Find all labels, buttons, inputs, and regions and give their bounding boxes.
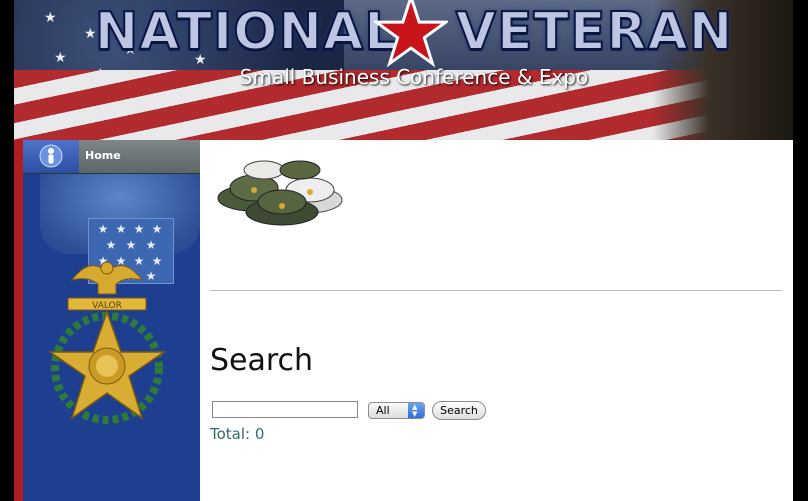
svg-text:★: ★ (116, 222, 127, 236)
sidebar-red-stripe (14, 140, 23, 501)
person-icon (39, 144, 63, 168)
total-label: Total: (210, 425, 251, 443)
medal-ribbon: ★★★★ ★★★ ★★★★ ★★★ (40, 174, 200, 284)
page-title: Search (210, 343, 314, 378)
medal-valor-text: VALOR (92, 301, 122, 311)
main-content: Search All ▲ ▼ Search Total: 0 (200, 140, 793, 501)
search-button[interactable]: Search (432, 401, 486, 420)
search-input[interactable] (212, 401, 358, 418)
flag-star-icon: ★ (44, 10, 57, 26)
nav-item-label: Home (85, 149, 121, 162)
banner-title-national: NATIONAL (94, 1, 399, 63)
search-scope-value: All (376, 404, 390, 417)
svg-text:★: ★ (98, 222, 109, 236)
banner-title-veteran: VETERAN (455, 1, 734, 63)
total-count: Total: 0 (210, 425, 264, 443)
divider (210, 290, 782, 291)
medal-of-honor-icon: VALOR (47, 261, 167, 424)
banner-subtitle: Small Business Conference & Expo (239, 65, 589, 89)
sidebar: Home ★★★★ ★★★ ★★★★ ★★★ VALOR (14, 140, 200, 501)
banner-star-icon (374, 0, 448, 68)
header-banner: ★ ★ ★ ★ ★ ★ ★ ★ NATIONAL VETERAN Small B… (14, 0, 793, 140)
search-scope-select[interactable]: All ▲ ▼ (368, 402, 425, 419)
total-value: 0 (254, 425, 265, 443)
svg-text:★: ★ (152, 222, 163, 236)
nav-item-home[interactable]: Home (23, 140, 200, 174)
select-arrows-icon: ▲ ▼ (408, 403, 424, 418)
nav-icon-box (23, 140, 79, 173)
flag-star-icon: ★ (54, 50, 67, 66)
military-caps-image (217, 160, 343, 226)
svg-text:★: ★ (134, 222, 145, 236)
